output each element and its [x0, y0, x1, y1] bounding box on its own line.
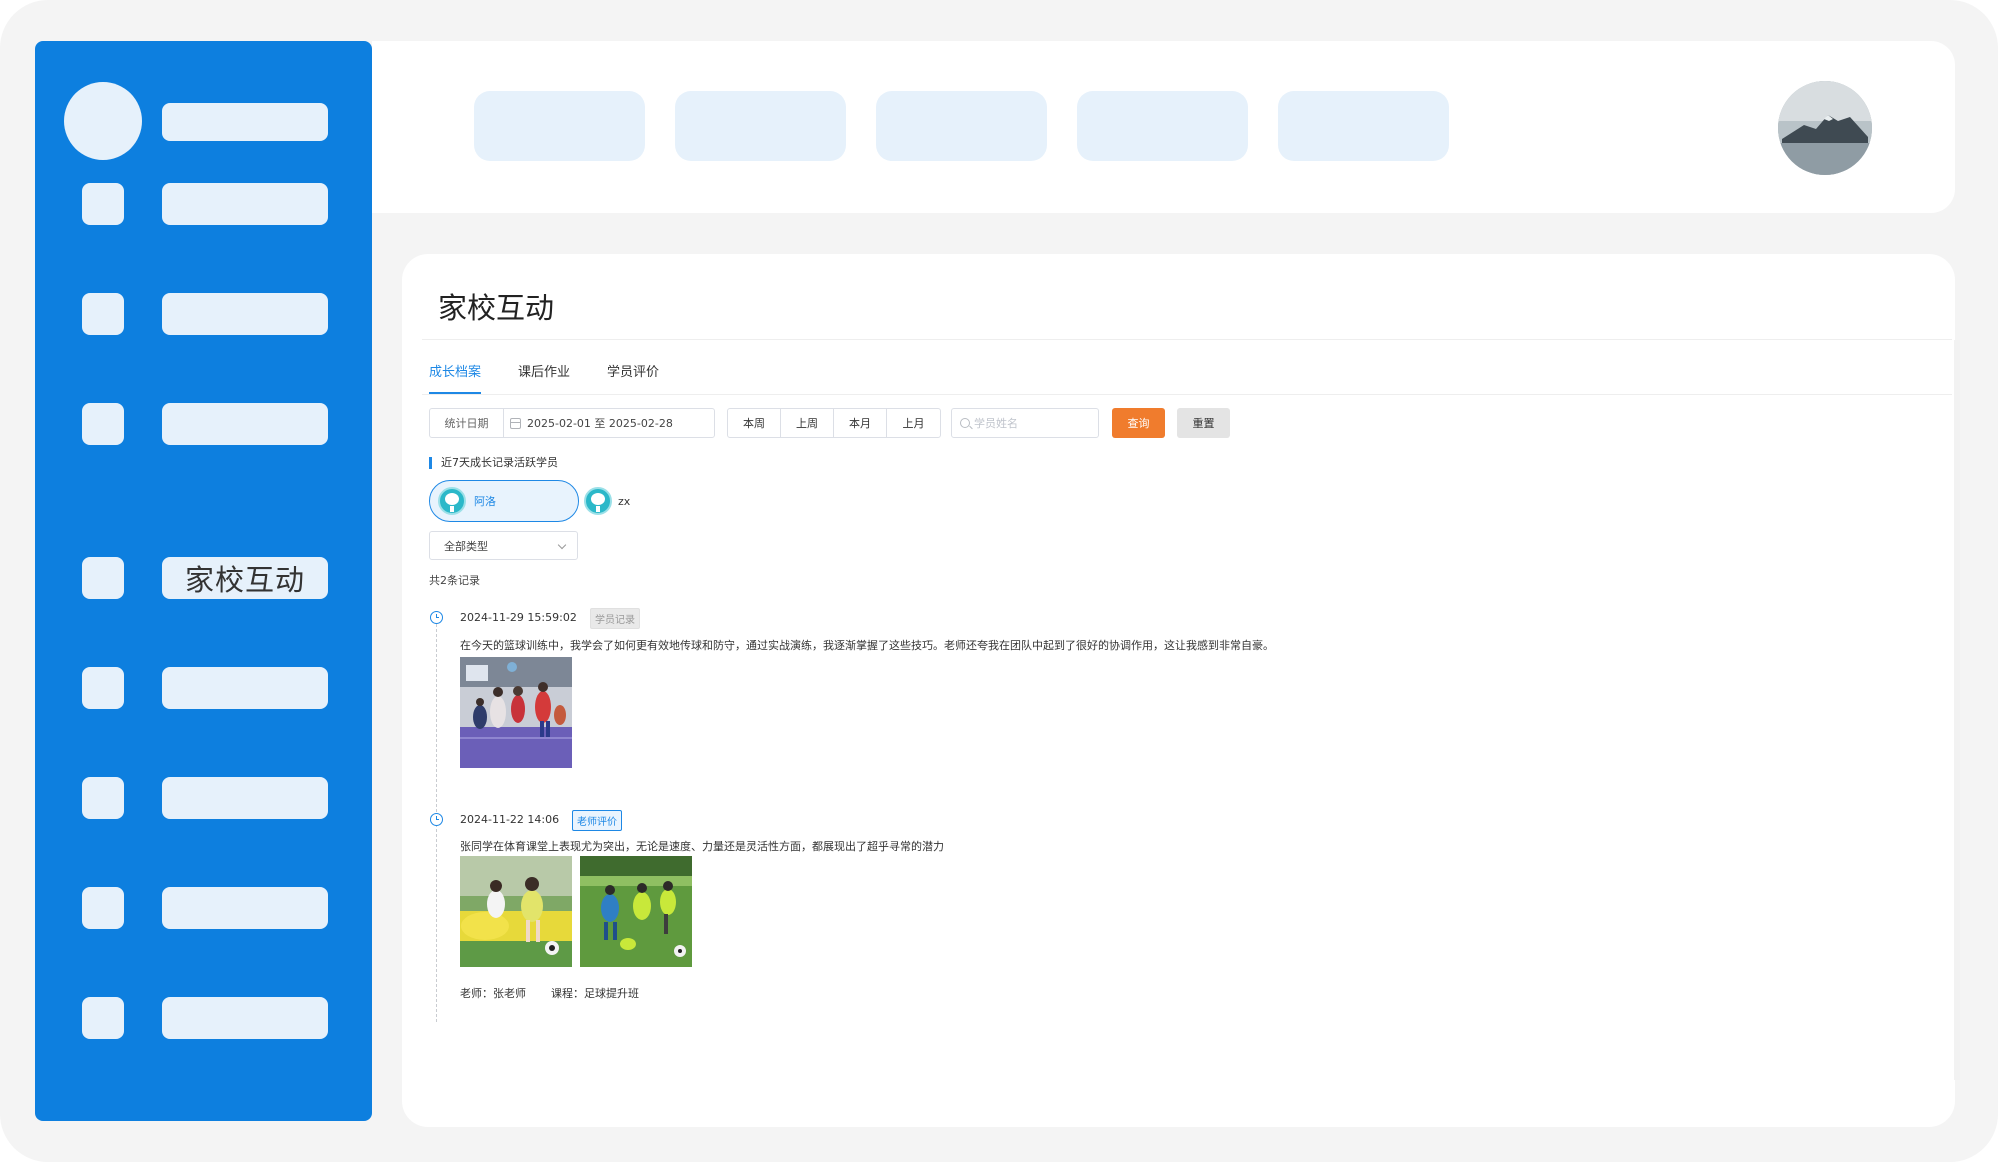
top-bar	[372, 41, 1955, 213]
sidebar-item-icon	[82, 887, 124, 929]
range-last-week-button[interactable]: 上周	[781, 409, 834, 437]
student-search-input[interactable]	[974, 416, 1094, 430]
range-this-week-button[interactable]: 本周	[728, 409, 781, 437]
quick-range-group: 本周 上周 本月 上月	[727, 408, 941, 438]
student-chip[interactable]: zx	[584, 480, 630, 522]
record-time: 2024-11-29 15:59:02	[460, 611, 577, 624]
clock-icon	[430, 611, 443, 624]
sidebar: 家校互动	[35, 41, 372, 1121]
top-nav-placeholder-1[interactable]	[474, 91, 645, 161]
query-button[interactable]: 查询	[1112, 408, 1165, 438]
sidebar-item-icon	[82, 667, 124, 709]
student-name: zx	[618, 494, 631, 508]
record-course: 课程：足球提升班	[551, 987, 639, 1000]
record-type-value: 全部类型	[444, 539, 488, 553]
sidebar-item-3[interactable]	[35, 403, 372, 445]
record-tag: 老师评价	[572, 810, 622, 831]
sidebar-item-7[interactable]	[35, 887, 372, 929]
record-tag: 学员记录	[590, 608, 640, 629]
sidebar-item-8[interactable]	[35, 997, 372, 1039]
sidebar-item-6[interactable]	[35, 777, 372, 819]
record-text: 在今天的篮球训练中，我学会了如何更有效地传球和防守，通过实战演练，我逐渐掌握了这…	[460, 639, 1274, 652]
soccer-photo-2	[580, 856, 692, 967]
active-students-heading: 近7天成长记录活跃学员	[429, 457, 558, 469]
sidebar-title-placeholder	[162, 103, 328, 141]
date-filter-label: 统计日期	[429, 408, 504, 438]
top-nav-placeholder-4[interactable]	[1077, 91, 1248, 161]
top-nav-placeholder-2[interactable]	[675, 91, 846, 161]
search-icon	[960, 418, 970, 428]
record-time: 2024-11-22 14:06	[460, 813, 560, 826]
divider	[422, 339, 1952, 340]
sidebar-item-icon	[82, 777, 124, 819]
record-type-select[interactable]: 全部类型	[429, 531, 578, 560]
sidebar-item-icon	[82, 293, 124, 335]
page-title: 家校互动	[438, 291, 555, 325]
student-name: 阿洛	[474, 495, 496, 508]
basketball-photo	[460, 657, 572, 768]
record-photo-basketball[interactable]	[460, 657, 572, 768]
sidebar-item-5[interactable]	[35, 667, 372, 709]
user-avatar[interactable]	[1778, 81, 1872, 175]
date-range-picker[interactable]: 2025-02-01 至 2025-02-28	[503, 408, 715, 438]
calendar-icon	[510, 417, 521, 429]
divider	[422, 394, 1952, 395]
sidebar-item-icon	[82, 997, 124, 1039]
sidebar-item-label-placeholder	[162, 403, 328, 445]
chevron-down-icon	[557, 540, 567, 550]
student-chip-selected[interactable]: 阿洛	[429, 480, 579, 522]
sidebar-item-icon	[82, 557, 124, 599]
sidebar-item-icon	[82, 403, 124, 445]
sidebar-item-label-placeholder	[162, 997, 328, 1039]
clock-icon	[430, 813, 443, 826]
sidebar-item-label: 家校互动	[162, 557, 328, 599]
top-nav-placeholder-5[interactable]	[1278, 91, 1449, 161]
sidebar-item-1[interactable]	[35, 183, 372, 225]
sidebar-item-label-placeholder	[162, 293, 328, 335]
tab-homework[interactable]: 课后作业	[518, 361, 570, 380]
record-photo-soccer-2[interactable]	[580, 856, 692, 967]
soccer-photo-1	[460, 856, 572, 967]
top-nav-placeholder-3[interactable]	[876, 91, 1047, 161]
scrollbar-track[interactable]	[1954, 340, 1960, 1080]
range-last-month-button[interactable]: 上月	[887, 409, 940, 437]
student-avatar-icon	[438, 487, 466, 515]
sidebar-item-label-placeholder	[162, 667, 328, 709]
sidebar-item-icon	[82, 183, 124, 225]
sidebar-item-home-school[interactable]: 家校互动	[35, 557, 372, 599]
sidebar-logo-placeholder	[64, 82, 142, 160]
sidebar-item-label-placeholder	[162, 777, 328, 819]
mountain-avatar-image	[1778, 81, 1872, 175]
record-photo-soccer-1[interactable]	[460, 856, 572, 967]
range-this-month-button[interactable]: 本月	[834, 409, 887, 437]
sidebar-item-2[interactable]	[35, 293, 372, 335]
date-range-value: 2025-02-01 至 2025-02-28	[527, 417, 673, 430]
student-avatar-icon	[584, 487, 612, 515]
sidebar-item-label-placeholder	[162, 887, 328, 929]
record-teacher: 老师：张老师	[460, 987, 526, 1000]
sidebar-item-label-placeholder	[162, 183, 328, 225]
content-card: 家校互动 成长档案 课后作业 学员评价 统计日期 2025-02-01 至 20…	[402, 254, 1960, 1127]
record-text: 张同学在体育课堂上表现尤为突出，无论是速度、力量还是灵活性方面，都展现出了超乎寻…	[460, 840, 944, 853]
tab-student-evaluation[interactable]: 学员评价	[607, 361, 659, 380]
record-count: 共2条记录	[429, 574, 480, 587]
student-search-field	[951, 408, 1099, 438]
reset-button[interactable]: 重置	[1177, 408, 1230, 438]
tab-growth-archive[interactable]: 成长档案	[429, 361, 481, 380]
